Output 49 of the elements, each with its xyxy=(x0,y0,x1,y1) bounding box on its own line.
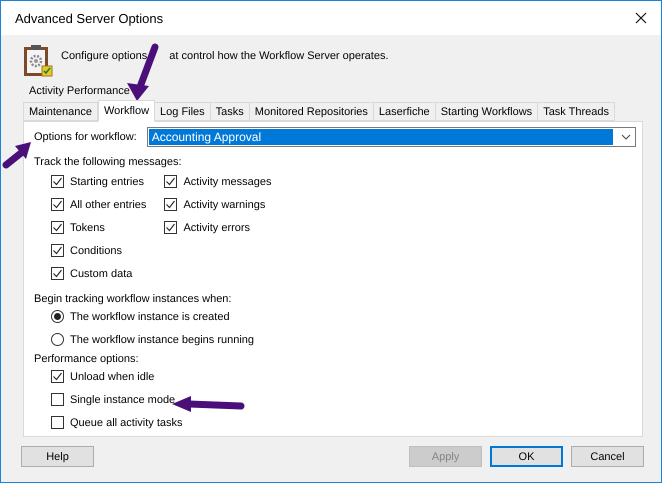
tab[interactable]: Task Threads xyxy=(538,102,616,121)
checkbox[interactable] xyxy=(51,416,64,429)
section-label: Begin tracking workflow instances when: xyxy=(34,292,232,307)
section-label: Track the following messages: xyxy=(34,155,183,170)
checkbox[interactable] xyxy=(164,198,178,211)
checkbox[interactable] xyxy=(51,370,64,383)
checkbox[interactable] xyxy=(51,244,64,257)
checkbox-label: Activity messages xyxy=(183,176,272,188)
checkbox[interactable] xyxy=(51,393,64,406)
radio-button[interactable] xyxy=(51,310,64,323)
chevron-down-icon xyxy=(621,134,631,140)
checkbox[interactable] xyxy=(51,267,64,280)
checkbox-label: Custom data xyxy=(70,268,132,280)
annotation-arrow xyxy=(2,142,31,168)
checkbox-label: Activity warnings xyxy=(183,198,266,210)
clipboard-icon xyxy=(23,44,53,78)
radio-label: The workflow instance is created xyxy=(70,310,230,322)
checkbox-label: Starting entries xyxy=(70,176,144,188)
checkbox-label: Queue all activity tasks xyxy=(70,416,182,428)
dialog-button[interactable]: Help xyxy=(21,446,94,467)
checkbox-label: All other entries xyxy=(70,198,146,210)
radio-label: The workflow instance begins running xyxy=(70,334,254,346)
tab[interactable]: Laserfiche xyxy=(374,102,436,121)
checkbox-label: Conditions xyxy=(70,244,122,256)
field-label: Options for workflow: xyxy=(34,131,137,143)
section-label: Performance options: xyxy=(34,352,140,367)
workflow-dropdown[interactable]: Accounting Approval xyxy=(146,127,636,147)
tab[interactable]: Workflow xyxy=(98,100,156,122)
description-text: Configure options xyxy=(61,50,148,62)
tab[interactable]: Monitored Repositories xyxy=(250,102,374,121)
description-text: at control how the Workflow Server operates. xyxy=(169,50,389,62)
tab[interactable]: Starting Workflows xyxy=(436,102,538,121)
dialog-button[interactable]: OK xyxy=(490,446,563,467)
radio-button[interactable] xyxy=(51,333,64,346)
checkbox[interactable] xyxy=(164,175,178,188)
checkbox[interactable] xyxy=(51,221,64,234)
checkbox[interactable] xyxy=(51,175,64,188)
window-title: Advanced Server Options xyxy=(15,10,164,26)
checkbox-label: Single instance mode xyxy=(70,394,176,406)
dialog-button[interactable]: Cancel xyxy=(571,446,644,467)
tab[interactable]: Maintenance xyxy=(23,102,98,121)
checkbox-label: Activity errors xyxy=(183,222,250,234)
checkbox[interactable] xyxy=(164,221,178,234)
checkbox-label: Tokens xyxy=(70,222,105,234)
tab[interactable]: Log Files xyxy=(155,102,211,121)
tab[interactable]: Tasks xyxy=(210,102,250,121)
checkbox-label: Unload when idle xyxy=(70,370,154,382)
checkbox[interactable] xyxy=(51,198,64,211)
close-icon[interactable] xyxy=(635,12,647,24)
